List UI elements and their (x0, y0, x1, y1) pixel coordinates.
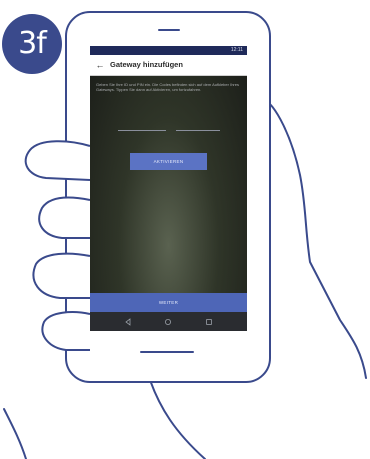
app-bar: ← Gateway hinzufügen (90, 55, 247, 76)
arrow-left-icon[interactable]: ← (94, 59, 106, 71)
back-triangle-icon[interactable] (124, 318, 132, 326)
phone-screen: 12:11 ← Gateway hinzufügen Geben Sie Ihr… (90, 46, 247, 331)
status-time: 12:11 (230, 47, 243, 53)
android-nav-bar (90, 312, 247, 331)
next-button[interactable]: WEITER (90, 293, 247, 312)
recents-square-icon[interactable] (205, 318, 213, 326)
page-title: Gateway hinzufügen (110, 60, 183, 69)
instruction-text: Geben Sie Ihre ID und PIN ein. Die Codes… (96, 82, 239, 92)
pin-field[interactable] (176, 120, 220, 131)
step-badge: 3f (2, 14, 62, 74)
activate-button[interactable]: AKTIVIEREN (130, 153, 207, 170)
home-circle-icon[interactable] (164, 318, 172, 326)
status-bar: 12:11 (90, 46, 247, 55)
id-field[interactable] (118, 120, 166, 131)
